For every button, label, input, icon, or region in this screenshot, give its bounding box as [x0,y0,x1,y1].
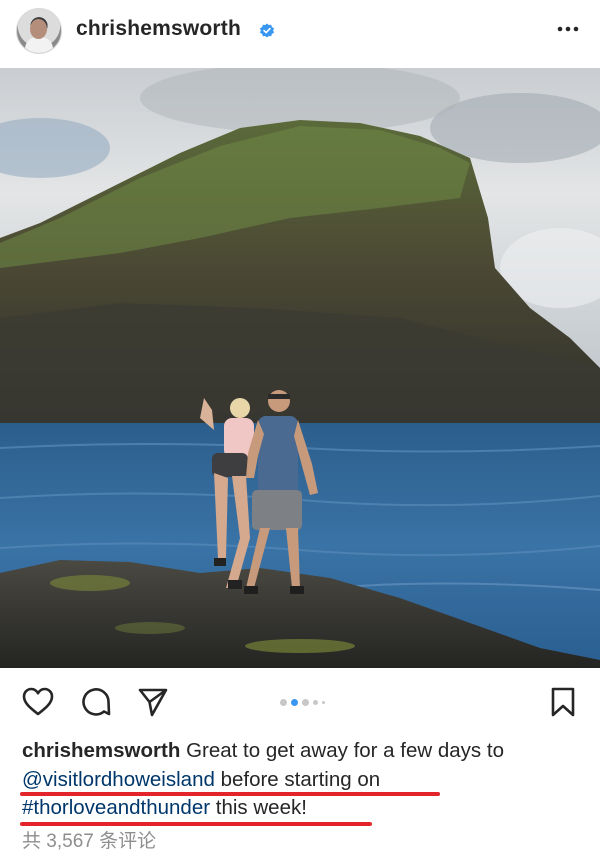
post-caption: chrishemsworth Great to get away for a f… [22,737,592,823]
caption-username[interactable]: chrishemsworth [22,739,180,762]
hashtag-link[interactable]: #thorloveandthunder [22,796,210,819]
carousel-dot-active[interactable] [291,699,298,706]
heart-icon[interactable] [21,685,55,719]
avatar-body [25,37,53,53]
carousel-dot[interactable] [313,700,318,705]
instagram-post: chrishemsworth chrishemsworth Great to g… [0,0,600,862]
carousel-dot[interactable] [322,701,325,704]
verified-badge-icon [260,23,274,38]
caption-text: before starting on [214,767,381,791]
more-options-icon[interactable] [555,16,581,42]
caption-text: this week! [210,796,307,819]
bookmark-icon[interactable] [546,685,580,719]
post-photo[interactable] [0,68,600,668]
share-icon[interactable] [136,685,170,719]
annotation-underline [20,792,440,796]
avatar-face [30,19,47,39]
view-comments-link[interactable]: 共 3,567 条评论 [22,826,156,853]
caption-text: Great to get away for a few days to [186,739,504,762]
carousel-dot[interactable] [280,699,287,706]
mention-link[interactable]: @visitlordhoweisland [22,768,215,791]
post-header: chrishemsworth [0,0,600,62]
carousel-dot[interactable] [302,699,309,706]
comment-icon[interactable] [79,685,113,719]
username[interactable]: chrishemsworth [76,17,241,41]
landscape-image [0,68,600,668]
avatar[interactable] [16,8,62,54]
carousel-indicator [280,699,325,706]
